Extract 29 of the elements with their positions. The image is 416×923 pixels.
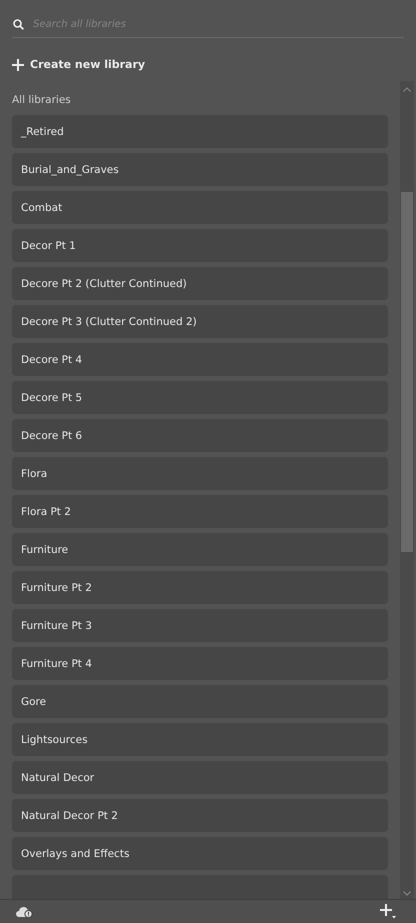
library-item[interactable]: Decore Pt 2 (Clutter Continued) <box>12 267 388 300</box>
cloud-alert-icon[interactable] <box>16 906 33 918</box>
plus-icon <box>12 58 24 70</box>
add-menu-icon[interactable] <box>380 904 396 919</box>
library-item[interactable]: Furniture Pt 4 <box>12 647 388 680</box>
scroll-down-icon <box>403 891 411 896</box>
library-item[interactable]: Natural Decor <box>12 761 388 794</box>
scroll-up-icon <box>403 87 411 92</box>
section-title: All libraries <box>12 94 72 106</box>
library-item[interactable]: _Retired <box>12 115 388 148</box>
library-item[interactable]: Furniture <box>12 533 388 566</box>
create-library-button[interactable]: Create new library <box>12 58 146 71</box>
library-item[interactable]: Overlays and Effects <box>12 837 388 870</box>
library-item[interactable]: Decore Pt 3 (Clutter Continued 2) <box>12 305 388 338</box>
library-item[interactable]: Combat <box>12 191 388 224</box>
library-item[interactable]: Decore Pt 5 <box>12 381 388 414</box>
library-item[interactable]: Decor Pt 1 <box>12 229 388 262</box>
library-item[interactable]: Gore <box>12 685 388 718</box>
scrollbar[interactable] <box>400 81 414 899</box>
library-item[interactable]: Flora Pt 2 <box>12 495 388 528</box>
library-item[interactable]: Furniture Pt 3 <box>12 609 388 642</box>
search-icon <box>13 19 24 30</box>
library-item[interactable]: Decore Pt 6 <box>12 419 388 452</box>
library-item[interactable]: Furniture Pt 2 <box>12 571 388 604</box>
library-item[interactable]: Flora <box>12 457 388 490</box>
library-item[interactable]: Decore Pt 4 <box>12 343 388 376</box>
library-item[interactable]: Natural Decor Pt 2 <box>12 799 388 832</box>
library-item[interactable]: Burial_and_Graves <box>12 153 388 186</box>
library-item[interactable]: Lightsources <box>12 723 388 756</box>
